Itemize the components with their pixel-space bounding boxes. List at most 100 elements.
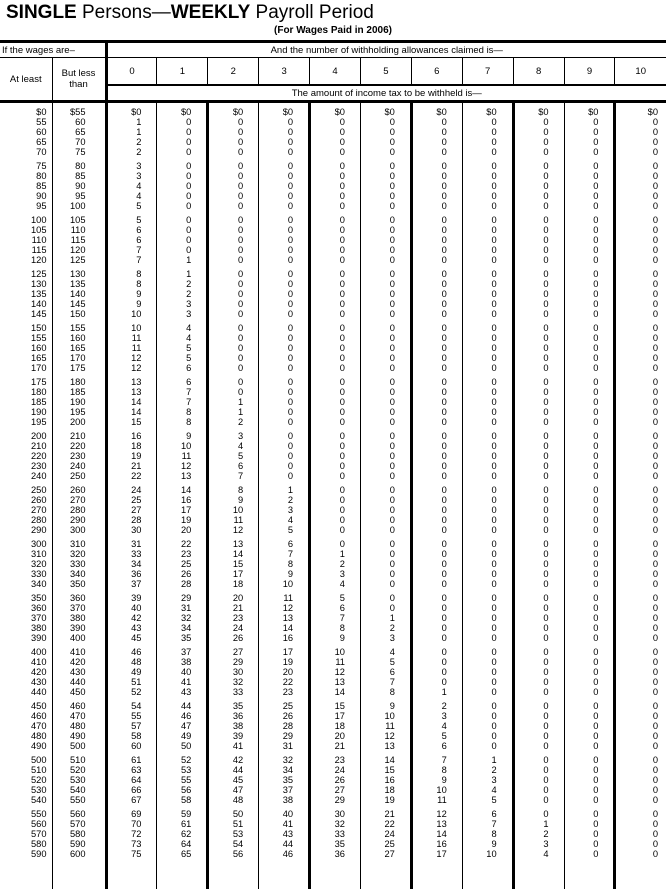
tax-allowance-4: 0 (310, 441, 361, 451)
tax-allowance-5: 5 (360, 657, 411, 667)
tax-allowance-10: 0 (615, 525, 666, 535)
tax-allowance-10: 0 (615, 471, 666, 481)
tax-allowance-2: 27 (208, 643, 259, 657)
spacer-cell (360, 859, 411, 889)
tax-allowance-6: 17 (411, 849, 462, 859)
wage-at-least: 320 (0, 559, 52, 569)
table-row: 2502602414810000000 (0, 481, 666, 495)
tax-allowance-9: 0 (564, 697, 615, 711)
tax-allowance-7: 0 (462, 515, 513, 525)
tax-allowance-8: 0 (513, 319, 564, 333)
tax-allowance-2: 0 (208, 137, 259, 147)
tax-allowance-9: 0 (564, 417, 615, 427)
tax-allowance-0: 60 (106, 741, 157, 751)
tax-allowance-0: 9 (106, 289, 157, 299)
tax-allowance-6: 0 (411, 657, 462, 667)
tax-allowance-10: 0 (615, 191, 666, 201)
tax-allowance-5: 0 (360, 279, 411, 289)
tax-allowance-4: 0 (310, 461, 361, 471)
table-row: 190195148100000000 (0, 407, 666, 417)
wage-but-less-than: 540 (52, 785, 106, 795)
table-row: 9510050000000000 (0, 201, 666, 211)
tax-allowance-4: 0 (310, 397, 361, 407)
wage-but-less-than: 145 (52, 299, 106, 309)
tax-allowance-4: 0 (310, 191, 361, 201)
tax-allowance-8: 0 (513, 535, 564, 549)
tax-allowance-9: 0 (564, 309, 615, 319)
wage-but-less-than: 530 (52, 775, 106, 785)
tax-allowance-2: 0 (208, 373, 259, 387)
but-less-than-header: But less than (52, 58, 106, 102)
tax-allowance-9: 0 (564, 741, 615, 751)
tax-allowance-6: 0 (411, 515, 462, 525)
table-row: 340350372818104000000 (0, 579, 666, 589)
tax-allowance-8: 0 (513, 795, 564, 805)
tax-allowance-0: 8 (106, 279, 157, 289)
tax-allowance-2: 0 (208, 235, 259, 245)
tax-allowance-0: 8 (106, 265, 157, 279)
tax-allowance-8: 0 (513, 147, 564, 157)
wage-but-less-than: 550 (52, 795, 106, 805)
wage-at-least: 250 (0, 481, 52, 495)
tax-allowance-0: 2 (106, 137, 157, 147)
wage-at-least: 480 (0, 731, 52, 741)
tax-allowance-10: 0 (615, 805, 666, 819)
tax-allowance-0: 36 (106, 569, 157, 579)
tax-allowance-9: 0 (564, 535, 615, 549)
tax-allowance-6: 1 (411, 687, 462, 697)
tax-allowance-6: 0 (411, 535, 462, 549)
tax-allowance-0: 33 (106, 549, 157, 559)
tax-allowance-8: 0 (513, 515, 564, 525)
wage-at-least: 510 (0, 765, 52, 775)
tax-allowance-7: 0 (462, 289, 513, 299)
wage-at-least: 185 (0, 397, 52, 407)
table-row: 29030030201250000000 (0, 525, 666, 535)
tax-allowance-10: 0 (615, 697, 666, 711)
wage-at-least: 590 (0, 849, 52, 859)
table-row: 758030000000000 (0, 157, 666, 171)
tax-allowance-0: 51 (106, 677, 157, 687)
tax-allowance-7: 0 (462, 171, 513, 181)
table-row: 28029028191140000000 (0, 515, 666, 525)
tax-allowance-9: 0 (564, 603, 615, 613)
tax-allowance-7: 7 (462, 819, 513, 829)
tax-allowance-4: 0 (310, 245, 361, 255)
tax-allowance-10: 0 (615, 667, 666, 677)
wage-at-least: 450 (0, 697, 52, 711)
tax-allowance-3: 3 (259, 505, 310, 515)
tax-allowance-10: 0 (615, 319, 666, 333)
tax-allowance-3: 31 (259, 741, 310, 751)
table-row: 12012571000000000 (0, 255, 666, 265)
tax-allowance-0: 39 (106, 589, 157, 603)
tax-allowance-3: 12 (259, 603, 310, 613)
allowance-2-header: 2 (208, 58, 259, 86)
wage-at-least: 530 (0, 785, 52, 795)
spacer-cell (259, 859, 310, 889)
wage-but-less-than: 100 (52, 201, 106, 211)
tax-allowance-1: 58 (157, 795, 208, 805)
tax-allowance-0: 2 (106, 147, 157, 157)
tax-allowance-7: 0 (462, 623, 513, 633)
spacer-cell (310, 859, 361, 889)
tax-allowance-7: 0 (462, 569, 513, 579)
tax-allowance-9: 0 (564, 181, 615, 191)
tax-allowance-4: 0 (310, 333, 361, 343)
tax-allowance-4: 6 (310, 603, 361, 613)
tax-allowance-2: 1 (208, 407, 259, 417)
tax-allowance-7: 0 (462, 441, 513, 451)
tax-allowance-8: 0 (513, 731, 564, 741)
tax-allowance-3: 26 (259, 711, 310, 721)
tax-allowance-9: 0 (564, 481, 615, 495)
tax-allowance-5: 0 (360, 579, 411, 589)
tax-allowance-6: 0 (411, 117, 462, 127)
tax-allowance-3: 40 (259, 805, 310, 819)
tax-allowance-0: 67 (106, 795, 157, 805)
tax-allowance-9: 0 (564, 299, 615, 309)
tax-allowance-0: 7 (106, 255, 157, 265)
tax-allowance-2: 0 (208, 343, 259, 353)
tax-allowance-10: 0 (615, 795, 666, 805)
tax-allowance-3: 29 (259, 731, 310, 741)
tax-allowance-9: 0 (564, 265, 615, 279)
tax-allowance-6: 12 (411, 805, 462, 819)
tax-allowance-1: 52 (157, 751, 208, 765)
